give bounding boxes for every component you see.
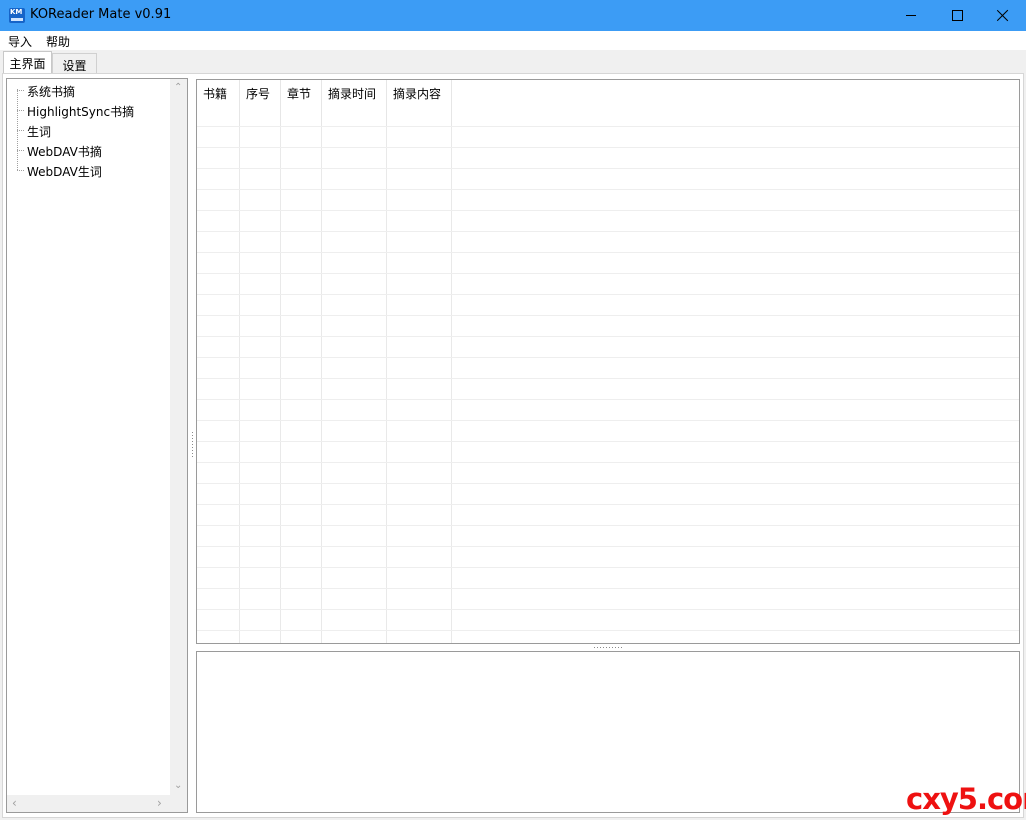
tree-item-webdav-notes[interactable]: WebDAV书摘 <box>27 143 102 160</box>
tree-item-system-notes[interactable]: 系统书摘 <box>27 83 75 100</box>
column-header-book[interactable]: 书籍 <box>197 80 240 126</box>
tree-item-vocabulary[interactable]: 生词 <box>27 123 51 140</box>
scroll-left-icon[interactable]: ‹ <box>12 797 17 809</box>
column-header-content[interactable]: 摘录内容 <box>387 80 452 126</box>
menu-help[interactable]: 帮助 <box>46 33 70 50</box>
window-title: KOReader Mate v0.91 <box>30 7 172 22</box>
scroll-right-icon[interactable]: › <box>157 797 162 809</box>
tree-horizontal-scrollbar[interactable]: ‹ › <box>7 795 170 812</box>
note-detail-textarea[interactable] <box>196 651 1020 813</box>
app-icon-text: KM <box>10 8 23 16</box>
scroll-down-icon[interactable]: ⌄ <box>174 781 182 791</box>
tree-vertical-scrollbar[interactable]: ⌃ ⌄ <box>170 79 187 795</box>
category-tree[interactable]: 系统书摘 HighlightSync书摘 生词 WebDAV书摘 WebDAV生… <box>6 78 188 813</box>
minimize-icon <box>906 15 916 16</box>
watermark-text: cxy5.com <box>906 782 1026 816</box>
minimize-button[interactable] <box>888 0 934 31</box>
maximize-icon <box>952 10 963 21</box>
tree-item-highlightsync[interactable]: HighlightSync书摘 <box>27 103 134 120</box>
menu-bar: 导入 帮助 <box>0 31 1026 50</box>
menu-import[interactable]: 导入 <box>8 33 32 50</box>
tree-connector-lines <box>17 89 25 171</box>
title-bar[interactable]: KM KOReader Mate v0.91 <box>0 0 1026 31</box>
scroll-up-icon[interactable]: ⌃ <box>174 83 182 93</box>
scrollbar-corner <box>170 795 187 812</box>
tab-main[interactable]: 主界面 <box>3 51 52 73</box>
column-header-index[interactable]: 序号 <box>240 80 281 126</box>
close-button[interactable] <box>980 0 1026 31</box>
notes-table[interactable]: 书籍 序号 章节 摘录时间 摘录内容 <box>196 79 1020 644</box>
close-icon <box>997 6 1009 24</box>
tree-item-webdav-vocabulary[interactable]: WebDAV生词 <box>27 163 102 180</box>
tab-settings[interactable]: 设置 <box>52 53 97 73</box>
vertical-splitter[interactable] <box>191 432 194 460</box>
column-header-time[interactable]: 摘录时间 <box>322 80 387 126</box>
maximize-button[interactable] <box>934 0 980 31</box>
app-icon: KM <box>9 8 25 23</box>
horizontal-splitter[interactable] <box>594 646 624 649</box>
column-header-chapter[interactable]: 章节 <box>281 80 322 126</box>
